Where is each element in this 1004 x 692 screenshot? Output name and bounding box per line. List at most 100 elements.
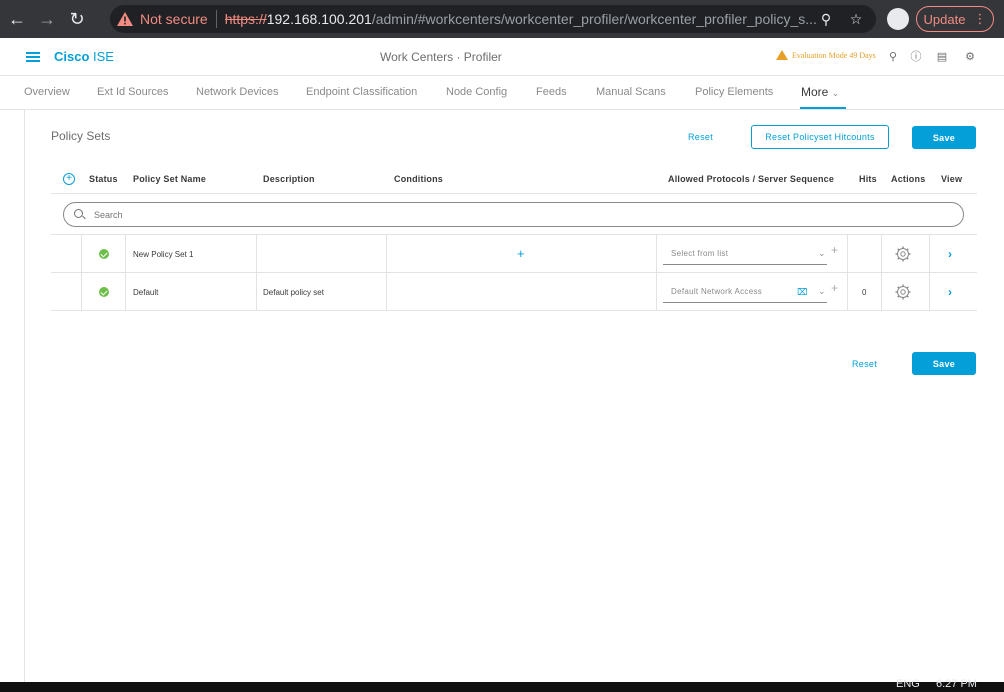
kebab-menu-icon: ⋮ xyxy=(973,11,987,26)
clear-icon[interactable]: ⌧ xyxy=(797,287,807,298)
back-icon[interactable]: ← xyxy=(4,6,30,32)
col-protocols: Allowed Protocols / Server Sequence xyxy=(668,174,835,184)
active-tab-indicator xyxy=(800,107,846,109)
chevron-right-icon[interactable]: › xyxy=(948,247,952,261)
add-protocol-icon[interactable]: + xyxy=(831,281,838,295)
search-icon[interactable]: ⚲ xyxy=(886,49,900,63)
chevron-down-icon[interactable]: ⌄ xyxy=(818,248,826,259)
cell-divider xyxy=(881,273,882,311)
cell-divider xyxy=(81,273,82,311)
chevron-right-icon[interactable]: › xyxy=(948,285,952,299)
footer-reset-button[interactable]: Reset xyxy=(852,359,877,369)
update-button[interactable]: Update ⋮ xyxy=(916,6,994,32)
tab-overview[interactable]: Overview xyxy=(24,86,70,98)
gear-icon[interactable] xyxy=(895,284,911,300)
cell-divider xyxy=(125,273,126,311)
gear-icon[interactable]: ⚙ xyxy=(963,49,977,63)
policy-set-description[interactable]: Default policy set xyxy=(263,288,324,297)
cell-divider xyxy=(929,273,930,311)
col-actions: Actions xyxy=(891,174,926,184)
cell-divider xyxy=(656,273,657,311)
table-row[interactable]: New Policy Set 1 + Select from list ⌄ + … xyxy=(51,235,977,273)
status-enabled-icon[interactable] xyxy=(99,287,109,297)
col-hits: Hits xyxy=(859,174,877,184)
save-button[interactable]: Save xyxy=(912,126,976,149)
browser-toolbar: ← → ↻ Not secure https://192.168.100.201… xyxy=(0,0,1004,38)
tab-node-config[interactable]: Node Config xyxy=(446,86,507,98)
forward-icon[interactable]: → xyxy=(34,6,60,32)
not-secure-label[interactable]: Not secure xyxy=(140,11,208,27)
add-condition-icon[interactable]: + xyxy=(517,246,525,261)
protocol-select-value: Default Network Access xyxy=(671,287,763,296)
tab-more[interactable]: More ⌄ xyxy=(801,85,839,99)
cell-divider xyxy=(881,235,882,273)
col-status: Status xyxy=(89,174,118,184)
warning-icon xyxy=(776,50,788,60)
clock[interactable]: 6:27 PM xyxy=(936,678,977,690)
footer-save-button[interactable]: Save xyxy=(912,352,976,375)
cell-divider xyxy=(847,273,848,311)
brand-logo[interactable]: Cisco ISE xyxy=(54,49,114,64)
table-row[interactable]: Default Default policy set Default Netwo… xyxy=(51,273,977,311)
hits-value: 0 xyxy=(862,288,867,297)
tab-more-label: More xyxy=(801,85,829,99)
url-scheme: https:// xyxy=(224,11,267,27)
page-title-header: Work Centers · Profiler xyxy=(380,50,502,64)
status-enabled-icon[interactable] xyxy=(99,249,109,259)
cell-divider xyxy=(81,235,82,273)
update-label: Update xyxy=(923,11,966,27)
tab-endpoint-classification[interactable]: Endpoint Classification xyxy=(306,86,417,98)
url-host: 192.168.100.201 xyxy=(266,11,372,27)
cell-divider xyxy=(256,273,257,311)
zoom-icon[interactable]: ⚲ xyxy=(818,11,834,27)
add-protocol-icon[interactable]: + xyxy=(831,243,838,257)
evaluation-badge[interactable]: Evaluation Mode 49 Days xyxy=(776,50,876,60)
search-input[interactable] xyxy=(94,209,894,220)
search-icon xyxy=(74,208,86,221)
protocol-select[interactable]: Default Network Access ⌧ ⌄ xyxy=(663,281,827,303)
search-box[interactable] xyxy=(63,202,964,227)
tab-ext-id-sources[interactable]: Ext Id Sources xyxy=(97,86,169,98)
protocol-select-value: Select from list xyxy=(671,249,729,258)
app-header: Cisco ISE Work Centers · Profiler Evalua… xyxy=(0,38,1004,76)
tab-bar: Overview Ext Id Sources Network Devices … xyxy=(0,76,1004,110)
col-conditions: Conditions xyxy=(394,174,443,184)
help-icon[interactable]: ⓘ xyxy=(909,49,923,63)
page-title: Policy Sets xyxy=(51,129,111,143)
hamburger-menu-icon[interactable] xyxy=(26,51,40,62)
reset-button[interactable]: Reset xyxy=(688,132,713,142)
tab-network-devices[interactable]: Network Devices xyxy=(196,86,279,98)
reload-icon[interactable]: ↻ xyxy=(64,6,90,32)
evaluation-label: Evaluation Mode 49 Days xyxy=(792,50,876,60)
brand-ise: ISE xyxy=(89,49,114,64)
add-policy-set-icon[interactable]: + xyxy=(63,173,75,185)
reset-hitcounts-button[interactable]: Reset Policyset Hitcounts xyxy=(751,125,889,149)
col-name: Policy Set Name xyxy=(133,174,207,184)
dashboard-icon[interactable]: ▤ xyxy=(935,49,949,63)
tab-manual-scans[interactable]: Manual Scans xyxy=(596,86,666,98)
col-description: Description xyxy=(263,174,315,184)
col-view: View xyxy=(941,174,963,184)
warning-icon xyxy=(116,10,134,28)
tab-policy-elements[interactable]: Policy Elements xyxy=(695,86,773,98)
policy-sets-panel: Policy Sets Reset Reset Policyset Hitcou… xyxy=(24,110,1004,682)
cell-divider xyxy=(125,235,126,273)
protocol-select[interactable]: Select from list ⌄ xyxy=(663,243,827,265)
chevron-down-icon: ⌄ xyxy=(831,88,840,98)
profile-avatar[interactable] xyxy=(887,8,909,30)
table-header: + Status Policy Set Name Description Con… xyxy=(51,165,977,194)
cell-divider xyxy=(929,235,930,273)
policy-set-name[interactable]: Default xyxy=(133,288,158,297)
input-language[interactable]: ENG xyxy=(896,678,920,690)
policy-set-name[interactable]: New Policy Set 1 xyxy=(133,250,193,259)
tab-feeds[interactable]: Feeds xyxy=(536,86,567,98)
url-text[interactable]: https://192.168.100.201/admin/#workcente… xyxy=(225,11,817,27)
gear-icon[interactable] xyxy=(895,246,911,262)
search-row xyxy=(51,194,977,235)
address-bar[interactable]: Not secure https://192.168.100.201/admin… xyxy=(110,5,876,33)
star-icon[interactable]: ☆ xyxy=(848,11,864,27)
brand-cisco: Cisco xyxy=(54,49,90,64)
cell-divider xyxy=(656,235,657,273)
ise-app: Cisco ISE Work Centers · Profiler Evalua… xyxy=(0,38,1004,682)
chevron-down-icon[interactable]: ⌄ xyxy=(818,286,826,297)
